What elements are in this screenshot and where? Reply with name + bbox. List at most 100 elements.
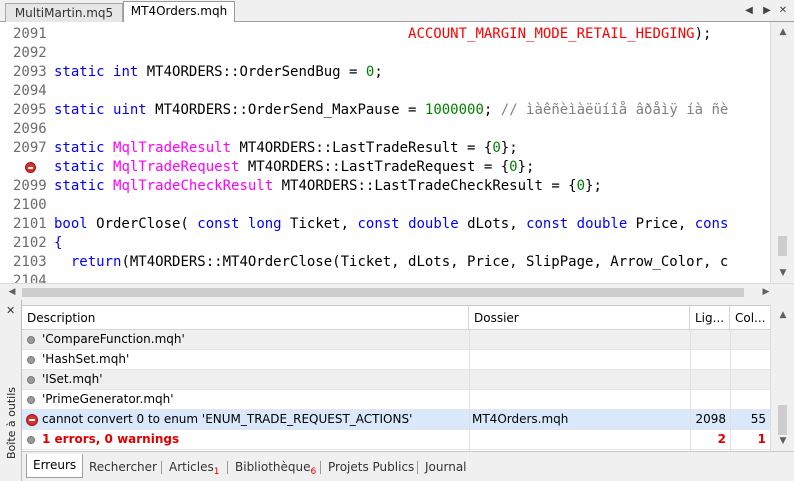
- line-number: 2095: [13, 102, 47, 118]
- chevron-right-icon[interactable]: ▶: [760, 3, 774, 19]
- code-line[interactable]: 2096: [0, 120, 770, 139]
- table-row[interactable]: 'HashSet.mqh': [22, 350, 770, 370]
- tab-erreurs[interactable]: Erreurs: [26, 454, 84, 478]
- tab-label: Journal: [425, 460, 467, 474]
- table-row[interactable]: 1 errors, 0 warnings 2 1: [22, 430, 770, 450]
- info-dot-icon: [27, 436, 35, 444]
- scroll-thumb[interactable]: [778, 236, 787, 256]
- tab-mt4orders[interactable]: MT4Orders.mqh: [123, 1, 235, 23]
- column-divider: [690, 330, 691, 452]
- tab-label: Erreurs: [33, 458, 77, 472]
- editor-vertical-scrollbar[interactable]: ▲ ▼: [770, 22, 794, 283]
- code-token: return: [70, 254, 122, 270]
- code-text: bool OrderClose( const long Ticket, cons…: [54, 215, 728, 234]
- code-token: ACCOUNT_MARGIN_MODE_RETAIL_HEDGING: [408, 26, 695, 42]
- code-line[interactable]: 2099 static MqlTradeCheckResult MT4ORDERS…: [0, 177, 770, 196]
- error-marker-icon[interactable]: [25, 162, 36, 173]
- code-token: double: [408, 216, 459, 232]
- code-token: 1000000: [424, 102, 484, 118]
- scroll-thumb[interactable]: [22, 288, 744, 297]
- code-token: MT4ORDERS::LastTradeCheckResult = {: [273, 178, 577, 194]
- code-line[interactable]: 2092: [0, 44, 770, 63]
- cell-folder: [472, 370, 687, 390]
- column-divider: [730, 330, 731, 452]
- close-icon[interactable]: ✕: [776, 3, 790, 19]
- scroll-up-icon[interactable]: ▲: [777, 309, 789, 321]
- toolbox-title: Boîte à outils: [5, 387, 18, 460]
- editor-horizontal-scrollbar[interactable]: ◀ ▶: [0, 283, 794, 300]
- tab-biblioth-que[interactable]: Bibliothèque6: [235, 459, 316, 477]
- code-token: const: [357, 216, 400, 232]
- toolbox-side-strip: ✕ Boîte à outils: [0, 300, 22, 481]
- chevron-left-icon[interactable]: ◀: [742, 3, 756, 19]
- table-row[interactable]: 'ISet.mqh': [22, 370, 770, 390]
- code-text: {: [54, 234, 62, 253]
- code-line[interactable]: 2093 static int MT4ORDERS::OrderSendBug =…: [0, 63, 770, 82]
- code-token: static: [54, 64, 105, 80]
- cell-line: [690, 370, 726, 390]
- close-icon[interactable]: ✕: [6, 305, 15, 316]
- cell-description: 'CompareFunction.mqh': [42, 332, 185, 346]
- scroll-left-icon[interactable]: ◀: [6, 286, 18, 298]
- errors-grid: Description Dossier Lig... Col... 'Compa…: [22, 305, 770, 452]
- cell-description: 'PrimeGenerator.mqh': [42, 392, 174, 406]
- toolbox-vertical-scrollbar[interactable]: ▲ ▼: [770, 305, 794, 451]
- code-token: long: [247, 216, 282, 232]
- column-header-folder[interactable]: Dossier: [469, 306, 690, 330]
- code-line[interactable]: 2102 {: [0, 234, 770, 253]
- column-header-description[interactable]: Description: [22, 306, 469, 330]
- cell-description: 1 errors, 0 warnings: [42, 432, 180, 446]
- scroll-right-icon[interactable]: ▶: [760, 286, 772, 298]
- code-line[interactable]: 2094: [0, 82, 770, 101]
- code-line[interactable]: 2103 return(MT4ORDERS::MT4OrderClose(Tic…: [0, 253, 770, 272]
- grid-header: Description Dossier Lig... Col...: [22, 306, 770, 330]
- cell-folder: [472, 330, 687, 350]
- line-number: 2100: [13, 197, 47, 213]
- cell-line: 2098: [695, 412, 726, 426]
- cell-line: 2: [717, 432, 726, 446]
- tab-articles[interactable]: Articles1: [169, 459, 219, 477]
- column-header-col[interactable]: Col...: [730, 306, 770, 330]
- code-line[interactable]: 2097 static MqlTradeResult MT4ORDERS::Las…: [0, 139, 770, 158]
- scroll-down-icon[interactable]: ▼: [777, 435, 789, 447]
- code-line[interactable]: 2101 bool OrderClose( const long Ticket, …: [0, 215, 770, 234]
- table-row[interactable]: 'CompareFunction.mqh': [22, 330, 770, 350]
- code-token: MqlTradeResult: [113, 140, 232, 156]
- scroll-down-icon[interactable]: ▼: [777, 267, 789, 279]
- tab-projets-publics[interactable]: Projets Publics: [328, 459, 414, 477]
- code-editor[interactable]: 2091 ACCOUNT_MARGIN_MODE_RETAIL_HEDGING)…: [0, 22, 770, 283]
- cell-line: [690, 350, 726, 370]
- cell-col: [730, 350, 766, 370]
- code-text: return(MT4ORDERS::MT4OrderClose(Ticket, …: [54, 253, 728, 272]
- tab-separator: [227, 461, 228, 474]
- tab-multimartin[interactable]: MultiMartin.mq5: [5, 3, 123, 22]
- code-line[interactable]: 2104: [0, 272, 770, 283]
- line-number: 2103: [13, 254, 47, 270]
- code-token: };: [585, 178, 602, 194]
- code-line[interactable]: static MqlTradeRequest MT4ORDERS::LastTr…: [0, 158, 770, 177]
- code-line[interactable]: 2100: [0, 196, 770, 215]
- code-token: static: [54, 102, 105, 118]
- table-row[interactable]: 'PrimeGenerator.mqh': [22, 390, 770, 410]
- code-token: ;: [374, 64, 383, 80]
- tab-journal[interactable]: Journal: [425, 459, 467, 477]
- code-line[interactable]: 2091 ACCOUNT_MARGIN_MODE_RETAIL_HEDGING)…: [0, 25, 770, 44]
- line-number: 2102: [13, 235, 47, 251]
- table-row[interactable]: cannot convert 0 to enum 'ENUM_TRADE_REQ…: [22, 410, 770, 430]
- code-line[interactable]: 2095 static uint MT4ORDERS::OrderSend_Max…: [0, 101, 770, 120]
- cell-col: [730, 370, 766, 390]
- scroll-thumb[interactable]: [778, 405, 787, 435]
- scroll-up-icon[interactable]: ▲: [777, 26, 789, 38]
- cell-description: 'HashSet.mqh': [42, 352, 130, 366]
- column-header-line[interactable]: Lig...: [690, 306, 730, 330]
- code-token: const: [197, 216, 240, 232]
- tab-badge: 6: [310, 467, 317, 477]
- cell-col: [730, 390, 766, 410]
- tab-rechercher[interactable]: Rechercher: [89, 459, 157, 477]
